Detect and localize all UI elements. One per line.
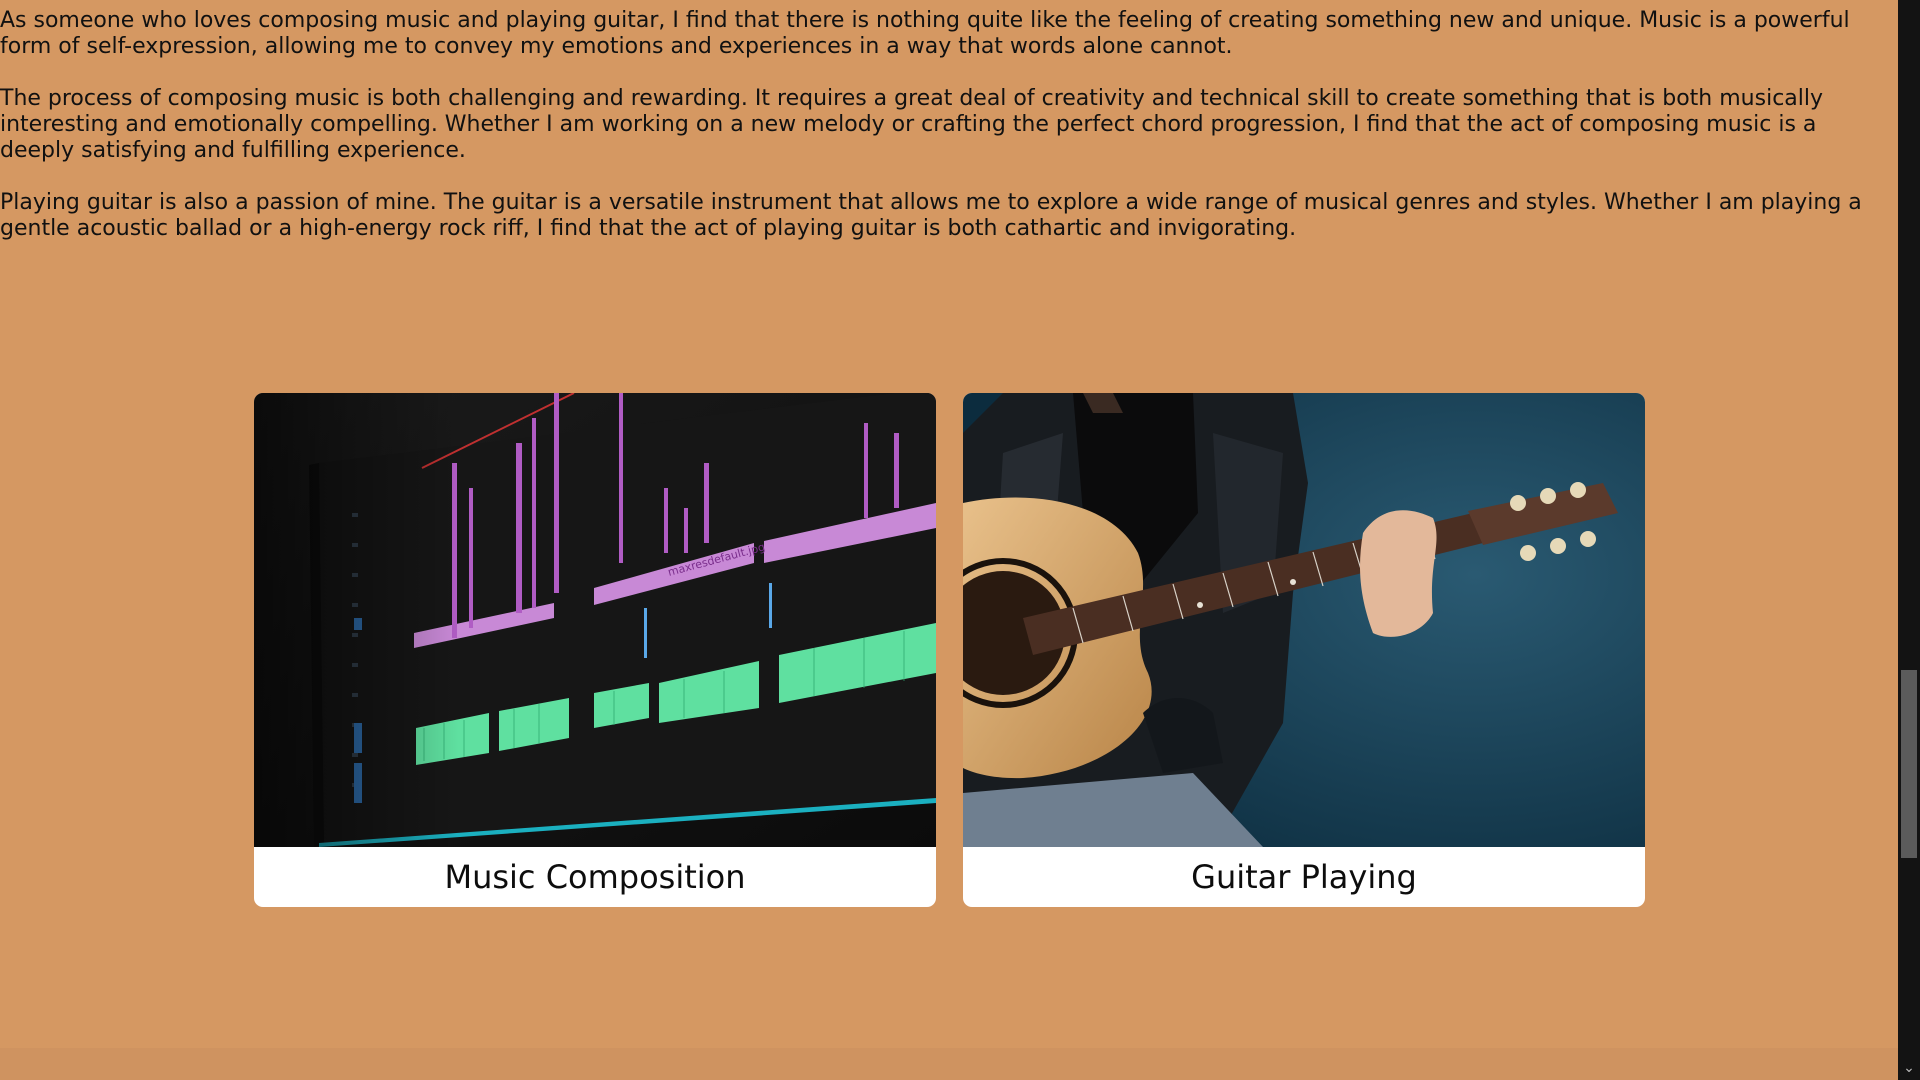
scrollbar-thumb[interactable] (1901, 670, 1917, 858)
guitarist-image (963, 393, 1645, 847)
card-title-guitar-playing: Guitar Playing (1191, 858, 1417, 896)
paragraph-3: Playing guitar is also a passion of mine… (0, 190, 1862, 241)
footer-band (0, 1048, 1898, 1080)
card-music-composition[interactable]: maxresdefault.jpg Music Composition (254, 393, 936, 907)
audio-editor-image: maxresdefault.jpg (254, 393, 936, 847)
card-title-music-composition: Music Composition (444, 858, 746, 896)
card-guitar-playing[interactable]: Guitar Playing (963, 393, 1645, 907)
paragraph-1: As someone who loves composing music and… (0, 8, 1850, 59)
page-content: As someone who loves composing music and… (0, 0, 1898, 1048)
scroll-down-arrow-icon[interactable]: ⌄ (1898, 1056, 1920, 1080)
paragraph-2: The process of composing music is both c… (0, 86, 1824, 163)
article-text: As someone who loves composing music and… (0, 8, 1890, 268)
vertical-scrollbar[interactable]: ⌄ (1898, 0, 1920, 1080)
hobby-cards: maxresdefault.jpg Music Composition Guit… (254, 393, 1646, 907)
